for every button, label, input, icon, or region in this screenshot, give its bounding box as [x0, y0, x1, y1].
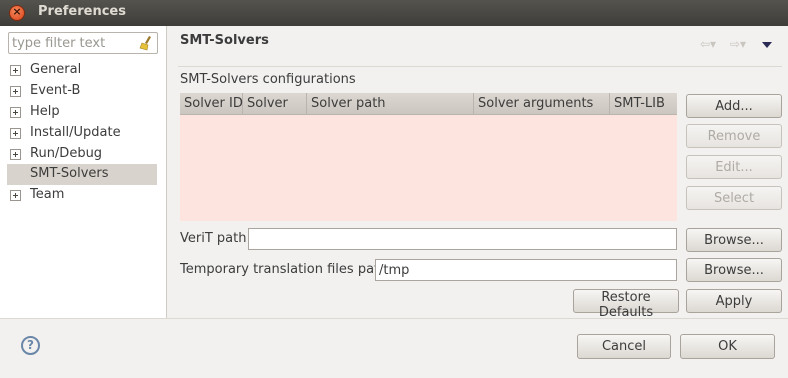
temp-path-field[interactable]: [375, 259, 677, 281]
forward-arrow-icon[interactable]: ⇨▾: [730, 37, 746, 51]
solvers-table[interactable]: Solver ID Solver Solver path Solver argu…: [180, 93, 677, 221]
browse-temp-button[interactable]: Browse...: [686, 258, 782, 282]
sidebar-item-label: General: [30, 62, 82, 77]
title-bar: × Preferences: [0, 0, 788, 26]
expand-icon[interactable]: [10, 149, 21, 160]
column-header-smt-lib[interactable]: SMT-LIB: [610, 93, 677, 115]
close-icon: ×: [12, 5, 22, 18]
column-header-solver-id[interactable]: Solver ID: [180, 93, 243, 115]
sidebar-item-label: Help: [30, 104, 60, 119]
expand-icon[interactable]: [10, 107, 21, 118]
table-header: Solver ID Solver Solver path Solver argu…: [180, 93, 677, 115]
close-window-button[interactable]: ×: [9, 5, 25, 21]
sidebar-item-help[interactable]: Help: [7, 102, 157, 123]
temp-path-label: Temporary translation files path: [180, 262, 388, 277]
sidebar-item-team[interactable]: Team: [7, 185, 157, 206]
sidebar-item-smt-solvers[interactable]: SMT-Solvers: [7, 164, 157, 185]
expand-icon[interactable]: [10, 86, 21, 97]
cancel-button[interactable]: Cancel: [577, 334, 671, 359]
page-title: SMT-Solvers: [180, 33, 269, 48]
remove-solver-button[interactable]: Remove: [686, 124, 782, 148]
sidebar-item-label: SMT-Solvers: [30, 166, 109, 181]
header-divider: [178, 66, 782, 67]
column-header-solver-path[interactable]: Solver path: [307, 93, 474, 115]
sidebar-item-label: Team: [30, 187, 65, 202]
help-icon[interactable]: ?: [21, 336, 40, 355]
view-menu-icon[interactable]: [762, 42, 772, 48]
configurations-label: SMT-Solvers configurations: [180, 72, 356, 87]
column-header-solver[interactable]: Solver: [243, 93, 307, 115]
edit-solver-button[interactable]: Edit...: [686, 155, 782, 179]
clear-filter-icon[interactable]: [139, 35, 153, 51]
sidebar-item-label: Event-B: [30, 83, 81, 98]
restore-defaults-button[interactable]: Restore Defaults: [573, 289, 679, 320]
select-solver-button[interactable]: Select: [686, 186, 782, 210]
browse-verit-button[interactable]: Browse...: [686, 228, 782, 252]
expand-icon[interactable]: [10, 65, 21, 76]
column-header-solver-arguments[interactable]: Solver arguments: [474, 93, 610, 115]
footer-divider: [0, 318, 788, 319]
sidebar-item-general[interactable]: General: [7, 60, 157, 81]
sidebar-item-event-b[interactable]: Event-B: [7, 81, 157, 102]
apply-button[interactable]: Apply: [686, 289, 782, 313]
verit-path-field[interactable]: [248, 228, 677, 250]
sidebar-item-install-update[interactable]: Install/Update: [7, 123, 157, 144]
preferences-sidebar: General Event-B Help Install/Update Run/…: [0, 26, 167, 318]
expand-icon[interactable]: [10, 190, 21, 201]
filter-input[interactable]: [12, 35, 132, 51]
page-navigation: ⇦▾ ⇨▾: [700, 37, 780, 52]
window-title: Preferences: [38, 4, 126, 19]
sidebar-item-label: Install/Update: [30, 125, 121, 140]
ok-button[interactable]: OK: [680, 334, 775, 359]
add-solver-button[interactable]: Add...: [686, 94, 782, 118]
expand-icon[interactable]: [10, 128, 21, 139]
sidebar-item-run-debug[interactable]: Run/Debug: [7, 144, 157, 165]
verit-path-label: VeriT path: [180, 231, 247, 246]
sidebar-item-label: Run/Debug: [30, 146, 103, 161]
filter-box: [8, 32, 158, 54]
back-arrow-icon[interactable]: ⇦▾: [700, 37, 716, 51]
